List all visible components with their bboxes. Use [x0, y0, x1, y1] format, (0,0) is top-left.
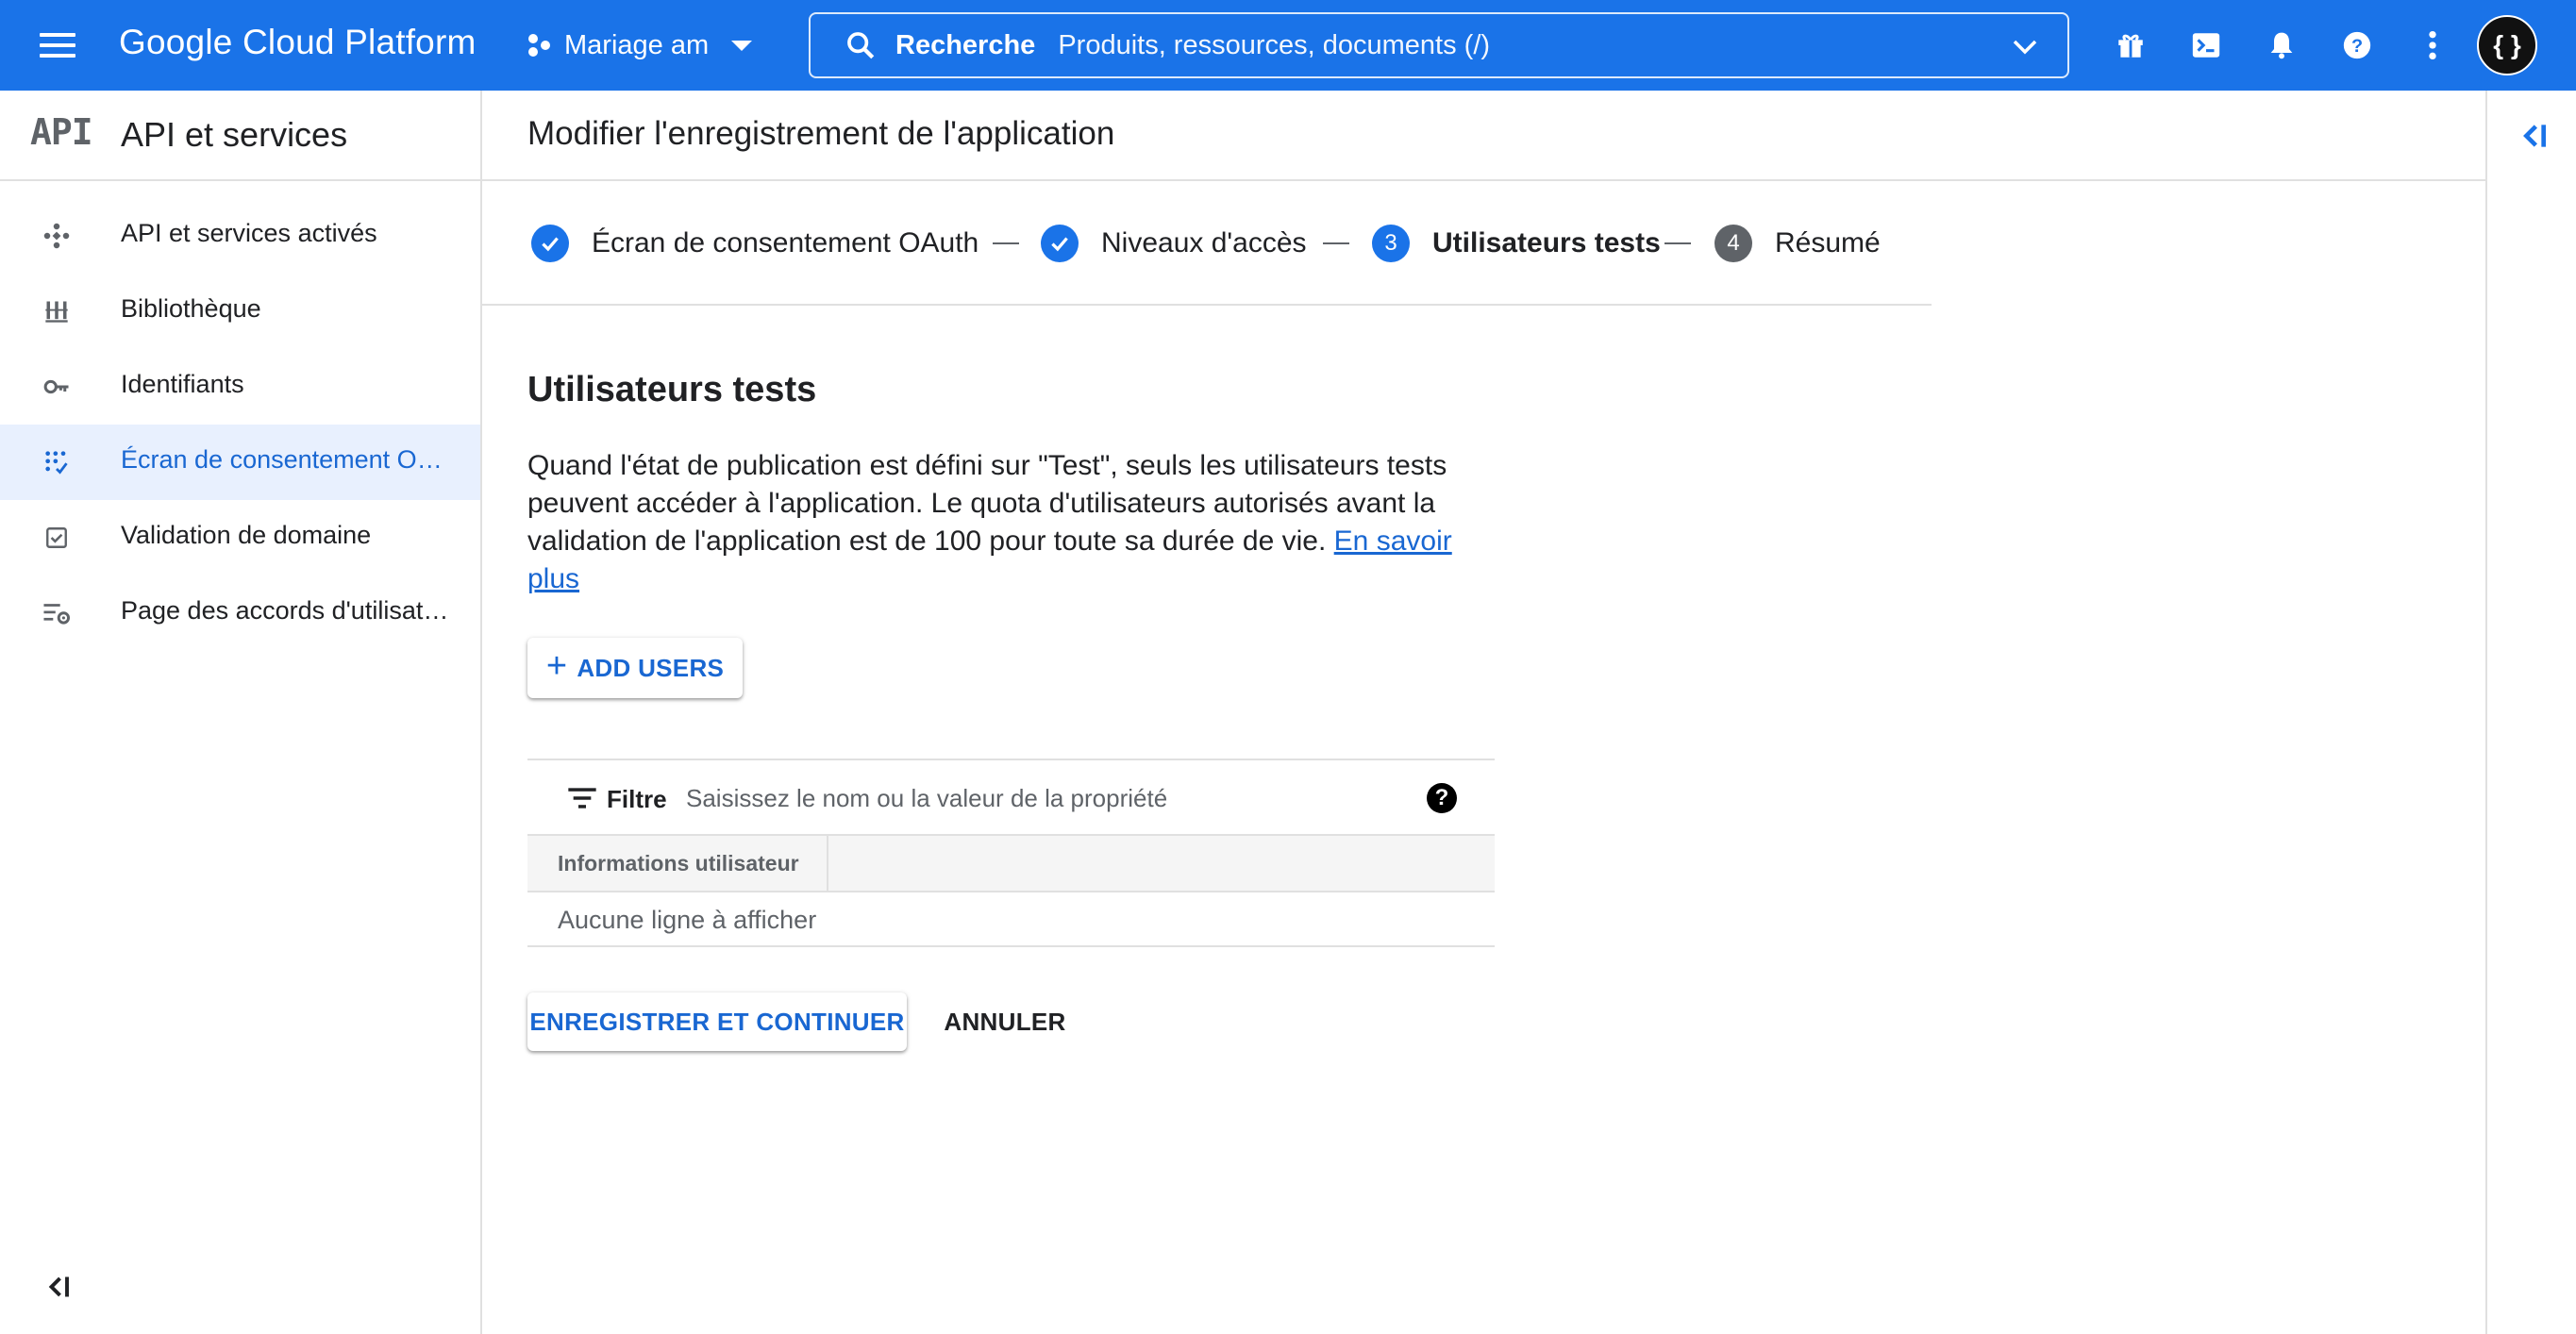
step-divider [1664, 242, 1691, 244]
expand-panel-icon[interactable] [2514, 117, 2551, 155]
chevron-down-icon[interactable] [2011, 35, 2039, 59]
page-title: Modifier l'enregistrement de l'applicati… [527, 115, 1115, 152]
avatar-text: { } [2493, 30, 2521, 59]
step-divider [993, 242, 1019, 244]
sidebar-item-enabled-apis[interactable]: API et services activés [0, 198, 480, 274]
sidebar-item-usage-agreements[interactable]: Page des accords d'utilisation [0, 575, 480, 651]
gift-icon[interactable] [2112, 26, 2149, 64]
sidebar-item-label: Écran de consentement OAuth [121, 445, 451, 474]
filter-label: Filtre [607, 785, 667, 813]
step-number: 4 [1715, 225, 1752, 262]
table-empty-row: Aucune ligne à afficher [527, 892, 1495, 947]
step-access-levels[interactable]: Niveaux d'accès [1041, 223, 1307, 264]
stepper: Écran de consentement OAuth Niveaux d'ac… [482, 181, 1932, 306]
help-icon[interactable]: ? [2338, 26, 2376, 64]
step-number: 3 [1372, 225, 1410, 262]
collapse-sidebar-icon[interactable] [42, 1270, 75, 1304]
add-users-label: ADD USERS [577, 653, 725, 682]
project-name: Mariage am [564, 29, 710, 60]
hamburger-icon[interactable] [40, 26, 77, 64]
consent-grid-icon [42, 447, 72, 477]
check-icon [531, 225, 569, 262]
step-oauth-consent[interactable]: Écran de consentement OAuth [531, 223, 979, 264]
sidebar-item-label: API et services activés [121, 219, 377, 247]
plus-icon: + [545, 645, 568, 686]
step-test-users[interactable]: 3 Utilisateurs tests [1372, 223, 1661, 264]
search-input[interactable]: Produits, ressources, documents (/) [1058, 30, 1490, 61]
section-title: Utilisateurs tests [527, 370, 817, 409]
step-summary[interactable]: 4 Résumé [1715, 223, 1881, 264]
sidebar-header: API API et services [0, 91, 480, 181]
add-users-button[interactable]: + ADD USERS [527, 638, 743, 698]
right-rail [2485, 91, 2576, 1334]
sidebar-title: API et services [121, 115, 348, 154]
svg-text:?: ? [2351, 36, 2363, 57]
main-header: Modifier l'enregistrement de l'applicati… [482, 91, 2486, 181]
bell-icon[interactable] [2263, 26, 2300, 64]
sidebar-item-label: Validation de domaine [121, 521, 372, 549]
step-divider [1323, 242, 1349, 244]
column-header-user-info[interactable]: Informations utilisateur [558, 851, 799, 876]
library-icon [42, 296, 72, 326]
more-vert-icon[interactable] [2414, 26, 2451, 64]
step-label: Utilisateurs tests [1432, 227, 1661, 258]
filter-icon [568, 788, 596, 809]
table-header: Informations utilisateur [527, 836, 1495, 892]
cancel-button[interactable]: ANNULER [934, 992, 1076, 1051]
filter-input[interactable] [686, 774, 1441, 823]
api-logo: API [30, 111, 93, 153]
avatar[interactable]: { } [2477, 15, 2537, 75]
sidebar: API API et services API et services acti… [0, 91, 482, 1334]
api-diamond-icon [42, 221, 72, 251]
check-icon [1041, 225, 1079, 262]
save-and-continue-button[interactable]: ENREGISTRER ET CONTINUER [527, 992, 907, 1051]
sidebar-item-oauth-consent[interactable]: Écran de consentement OAuth [0, 425, 480, 500]
search-label: Recherche [895, 29, 1036, 60]
sidebar-item-library[interactable]: Bibliothèque [0, 274, 480, 349]
project-selector[interactable]: Mariage am [525, 21, 753, 70]
cloud-shell-icon[interactable] [2187, 26, 2225, 64]
step-label: Niveaux d'accès [1101, 227, 1307, 258]
empty-message: Aucune ligne à afficher [558, 906, 817, 934]
sidebar-item-label: Identifiants [121, 370, 244, 398]
settings-list-icon [42, 598, 72, 628]
step-label: Résumé [1775, 227, 1881, 258]
description: Quand l'état de publication est défini s… [527, 447, 1480, 598]
search-icon [847, 32, 875, 59]
search-bar[interactable]: Recherche Produits, ressources, document… [809, 12, 2069, 78]
sidebar-item-credentials[interactable]: Identifiants [0, 349, 480, 425]
sidebar-item-domain-verification[interactable]: Validation de domaine [0, 500, 480, 575]
sidebar-item-label: Bibliothèque [121, 294, 261, 323]
sidebar-item-label: Page des accords d'utilisation [121, 596, 451, 625]
help-icon[interactable]: ? [1427, 783, 1457, 813]
chevron-down-icon [731, 40, 753, 51]
checkbox-icon [42, 523, 72, 553]
key-icon [42, 372, 72, 402]
project-dots-icon [528, 34, 550, 57]
description-text: Quand l'état de publication est défini s… [527, 450, 1447, 557]
step-label: Écran de consentement OAuth [592, 227, 979, 258]
brand-title[interactable]: Google Cloud Platform [119, 23, 477, 62]
column-divider [827, 836, 828, 891]
filter-bar: Filtre ? [527, 759, 1495, 836]
top-app-bar: Google Cloud Platform Mariage am Recherc… [0, 0, 2576, 91]
